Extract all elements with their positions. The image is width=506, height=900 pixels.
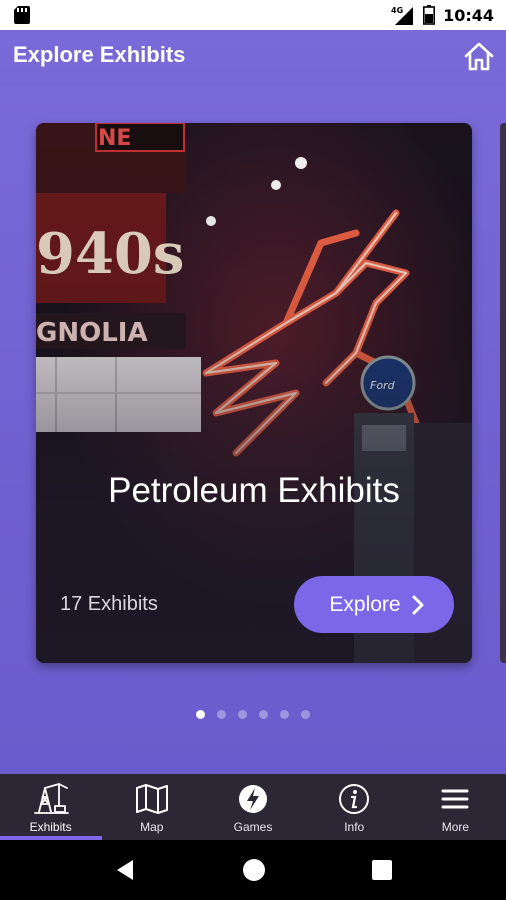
- status-bar: 4G 10:44: [0, 0, 506, 30]
- tab-games[interactable]: Games: [202, 774, 303, 840]
- battery-icon: [423, 5, 436, 25]
- page-dot[interactable]: [238, 710, 247, 719]
- recents-icon[interactable]: [371, 859, 393, 881]
- explore-button-label: Explore: [329, 592, 401, 616]
- tab-more[interactable]: More: [405, 774, 506, 840]
- clock: 10:44: [443, 5, 494, 25]
- menu-icon: [441, 789, 469, 809]
- lightning-icon: [239, 785, 267, 813]
- page-dot[interactable]: [196, 710, 205, 719]
- chevron-right-icon: [412, 595, 424, 614]
- app-bar: Explore Exhibits: [0, 30, 506, 86]
- signal-icon: 4G: [391, 6, 414, 25]
- oil-derrick-icon: [33, 783, 69, 814]
- back-icon[interactable]: [113, 858, 137, 882]
- network-label: 4G: [391, 6, 403, 15]
- page-dot[interactable]: [217, 710, 226, 719]
- tab-label: Exhibits: [29, 820, 72, 834]
- home-button[interactable]: [462, 40, 496, 74]
- system-nav-bar: [0, 840, 506, 900]
- page-title: Explore Exhibits: [13, 42, 186, 67]
- info-icon: [339, 784, 370, 814]
- tab-label: Info: [344, 820, 365, 834]
- page-dot[interactable]: [301, 710, 310, 719]
- tab-map[interactable]: Map: [101, 774, 202, 840]
- bottom-tab-bar: Exhibits Map Games Info More: [0, 774, 506, 840]
- next-card-peek[interactable]: [500, 123, 506, 663]
- map-icon: [135, 784, 168, 814]
- tab-info[interactable]: Info: [304, 774, 405, 840]
- page-dot[interactable]: [280, 710, 289, 719]
- page-dot[interactable]: [259, 710, 268, 719]
- tab-label: Map: [140, 820, 164, 834]
- card-title: Petroleum Exhibits: [108, 471, 400, 510]
- exhibit-card[interactable]: NE 940s GNOLIA: [36, 123, 472, 663]
- page-indicator: [0, 710, 506, 719]
- tab-label: Games: [233, 820, 273, 834]
- tab-label: More: [441, 820, 470, 834]
- exhibit-carousel[interactable]: NE 940s GNOLIA: [0, 86, 506, 774]
- home-icon: [464, 42, 494, 71]
- home-circle-icon[interactable]: [242, 858, 266, 882]
- sim-card-icon: [14, 6, 30, 24]
- exhibit-count: 17 Exhibits: [60, 593, 158, 615]
- tab-exhibits[interactable]: Exhibits: [0, 774, 102, 840]
- explore-button[interactable]: Explore: [294, 576, 454, 633]
